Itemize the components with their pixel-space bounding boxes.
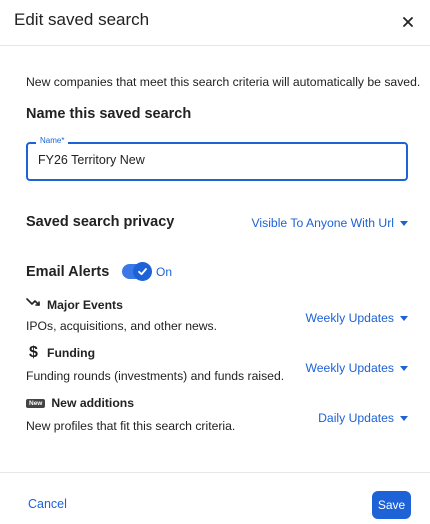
save-button[interactable]: Save	[372, 491, 411, 519]
frequency-value: Weekly Updates	[305, 361, 394, 375]
name-field-label: Name*	[36, 136, 69, 145]
frequency-value: Weekly Updates	[305, 311, 394, 325]
caret-down-icon	[400, 221, 408, 226]
trending-arrow-icon	[26, 296, 41, 314]
caret-down-icon	[400, 316, 408, 321]
privacy-dropdown-value: Visible To Anyone With Url	[251, 216, 394, 230]
alert-item-major-events: Major Events	[26, 296, 123, 314]
name-section-title: Name this saved search	[26, 106, 192, 122]
caret-down-icon	[400, 416, 408, 421]
privacy-section-title: Saved search privacy	[26, 214, 175, 230]
dialog-header: Edit saved search	[0, 0, 430, 46]
alert-item-funding: $ Funding	[26, 345, 95, 361]
major-events-frequency-dropdown[interactable]: Weekly Updates	[305, 311, 408, 325]
name-input[interactable]	[38, 153, 398, 167]
name-field[interactable]: Name*	[26, 136, 408, 181]
new-badge-icon: New	[26, 398, 46, 408]
cancel-button[interactable]: Cancel	[28, 497, 67, 511]
frequency-value: Daily Updates	[318, 411, 394, 425]
new-additions-frequency-dropdown[interactable]: Daily Updates	[318, 411, 408, 425]
alert-item-new-additions: New New additions	[26, 396, 134, 410]
funding-frequency-dropdown[interactable]: Weekly Updates	[305, 361, 408, 375]
toggle-label: On	[156, 264, 173, 279]
alert-name: Major Events	[47, 298, 123, 312]
alert-description: Funding rounds (investments) and funds r…	[26, 369, 285, 383]
dollar-icon: $	[29, 344, 38, 361]
close-icon[interactable]	[397, 11, 419, 33]
toggle-track	[122, 262, 152, 281]
edit-saved-search-dialog: Edit saved search New companies that mee…	[0, 0, 430, 524]
dialog-title: Edit saved search	[14, 10, 150, 29]
alert-description: New profiles that fit this search criter…	[26, 419, 236, 433]
dialog-footer: Cancel Save	[0, 472, 430, 524]
email-alerts-toggle[interactable]: On	[122, 262, 173, 281]
alert-description: IPOs, acquisitions, and other news.	[26, 319, 218, 333]
privacy-dropdown[interactable]: Visible To Anyone With Url	[252, 216, 408, 230]
intro-text: New companies that meet this search crit…	[26, 75, 421, 89]
alert-name: Funding	[47, 346, 96, 360]
email-alerts-title: Email Alerts	[26, 264, 110, 280]
check-icon	[133, 262, 152, 281]
caret-down-icon	[400, 366, 408, 371]
alert-name: New additions	[51, 396, 134, 410]
